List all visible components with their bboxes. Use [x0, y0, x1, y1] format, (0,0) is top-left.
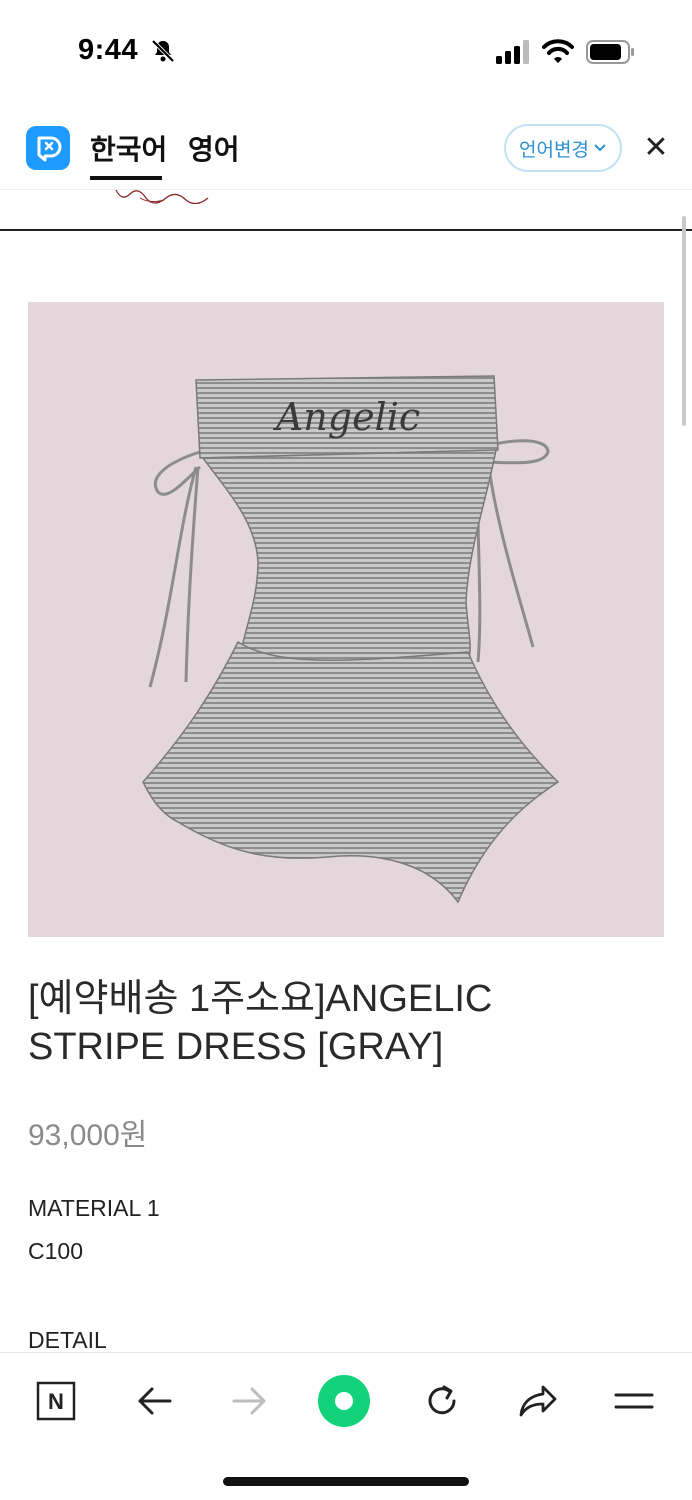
material-value: C100 — [28, 1238, 83, 1264]
naver-home-icon: N — [36, 1381, 76, 1421]
back-button[interactable] — [126, 1373, 182, 1429]
share-button[interactable] — [510, 1373, 566, 1429]
change-language-label: 언어변경 — [519, 139, 589, 161]
active-tab-indicator — [90, 176, 162, 180]
papago-logo-icon — [26, 126, 70, 170]
dress-print-text: Angelic — [273, 395, 420, 439]
product-price: 93,000원 — [28, 1119, 148, 1152]
naver-home-button[interactable]: N — [28, 1373, 84, 1429]
material-label: MATERIAL 1 — [28, 1195, 160, 1221]
status-bar: 9:44 — [0, 0, 692, 100]
green-dot-button[interactable] — [316, 1373, 372, 1429]
home-indicator[interactable] — [223, 1477, 469, 1486]
cellular-signal-icon — [496, 40, 529, 64]
status-time: 9:44 — [78, 34, 139, 66]
forward-button[interactable] — [222, 1373, 278, 1429]
wifi-icon — [542, 39, 574, 63]
close-button[interactable]: ✕ — [640, 132, 672, 164]
product-title: [예약배송 1주소요]ANGELIC STRIPE DRESS [GRAY] — [28, 978, 493, 1068]
bell-muted-icon — [151, 39, 175, 63]
battery-icon — [586, 40, 634, 64]
menu-button[interactable] — [606, 1373, 662, 1429]
tab-korean[interactable]: 한국어 — [90, 128, 167, 168]
menu-icon — [614, 1393, 654, 1409]
naver-home-letter: N — [48, 1389, 64, 1414]
detail-label: DETAIL — [28, 1327, 107, 1353]
back-arrow-icon — [138, 1387, 172, 1415]
browser-toolbar: N — [0, 1352, 692, 1500]
product-image[interactable]: Angelic — [28, 302, 664, 937]
chevron-down-icon — [594, 144, 606, 152]
refresh-button[interactable] — [414, 1373, 470, 1429]
green-dot-icon — [318, 1375, 370, 1427]
header-divider — [0, 229, 692, 231]
tab-english[interactable]: 영어 — [188, 128, 240, 168]
change-language-button[interactable]: 언어변경 — [504, 124, 622, 172]
scrollbar[interactable] — [682, 216, 686, 426]
share-icon — [519, 1385, 557, 1417]
dress-illustration: Angelic — [142, 375, 560, 904]
site-logo-fragment — [115, 189, 209, 204]
translation-header: 한국어 영어 언어변경 ✕ — [0, 108, 692, 190]
forward-arrow-icon — [232, 1387, 266, 1415]
refresh-icon — [428, 1385, 456, 1415]
